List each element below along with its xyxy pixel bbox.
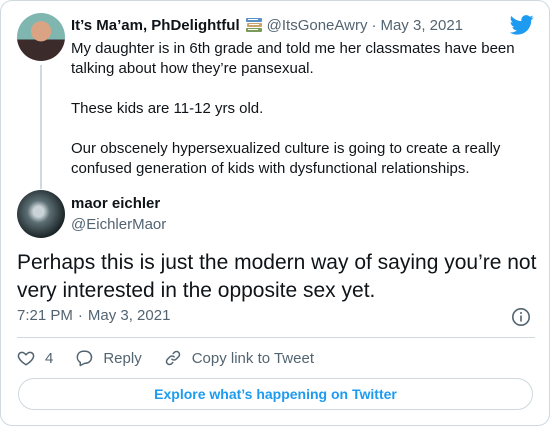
link-icon [165,350,180,366]
copy-link-label: Copy link to Tweet [191,349,314,367]
explore-twitter-button[interactable]: Explore what’s happening on Twitter [18,378,533,410]
parent-paragraph: Our obscenely hypersexualized culture is… [71,140,501,177]
reply-label: Reply [103,349,142,367]
parent-author-avatar[interactable] [17,13,65,61]
action-bar: 4 Reply Copy link to Tweet [17,347,314,369]
tweet-date[interactable]: May 3, 2021 [88,307,171,324]
info-icon[interactable] [511,307,531,327]
twitter-bird-icon[interactable] [510,15,534,35]
copy-link-button[interactable]: Copy link to Tweet [164,349,314,367]
tweet-timestamp[interactable]: 7:21 PM · May 3, 2021 [17,307,170,324]
timestamp-separator: · [77,307,83,324]
heart-icon [17,351,35,366]
parent-paragraph: These kids are 11-12 yrs old. [71,100,264,117]
header-separator: · [371,16,377,34]
parent-tweet-text: My daughter is in 6th grade and told me … [71,39,531,179]
parent-paragraph: My daughter is in 6th grade and told me … [71,40,515,77]
parent-author-handle[interactable]: @ItsGoneAwry [267,17,368,34]
like-count: 4 [45,349,54,367]
reply-tweet-text: Perhaps this is just the modern way of s… [17,251,537,302]
reply-button[interactable]: Reply [75,349,142,367]
embedded-tweet-card: It’s Ma’am, PhDelightful @ItsGoneAwry · … [0,0,550,426]
reply-bubble-icon [76,350,93,367]
thread-connector-line [40,65,42,189]
reply-author-name[interactable]: maor eichler [71,195,160,212]
reply-author-avatar[interactable] [17,190,65,238]
like-button[interactable]: 4 [17,349,53,367]
divider [17,337,535,338]
tweet-time[interactable]: 7:21 PM [17,307,73,324]
parent-author-name[interactable]: It’s Ma’am, PhDelightful [71,17,240,34]
reply-author-handle[interactable]: @EichlerMaor [71,216,166,233]
books-emoji-icon [245,18,262,32]
parent-tweet-date[interactable]: May 3, 2021 [380,17,463,34]
parent-tweet-header: It’s Ma’am, PhDelightful @ItsGoneAwry · … [71,15,463,35]
